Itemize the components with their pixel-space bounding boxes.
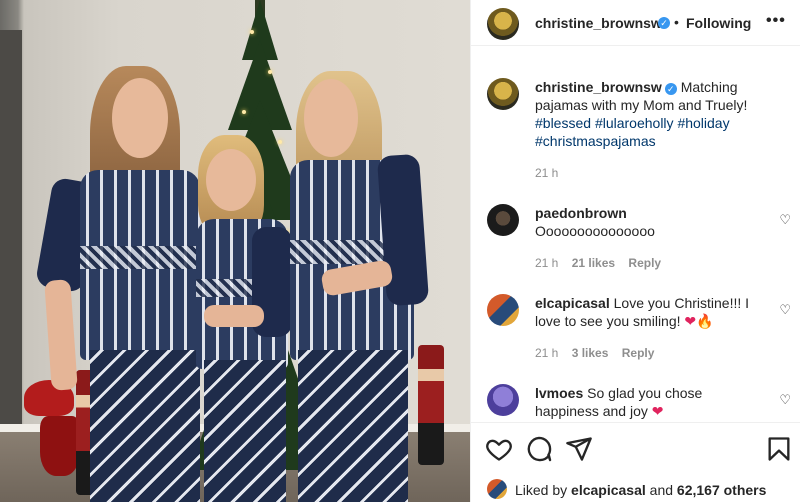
hashtag-blessed[interactable]: #blessed (535, 115, 591, 131)
comment-text: paedonbrown Ooooooooooooooo (535, 204, 765, 240)
hashtag-lularoeholly[interactable]: #lularoeholly (595, 115, 674, 131)
comment-item: elcapicasal Love you Christine!!! I love… (487, 294, 791, 364)
red-heart-emoji: ❤ (684, 313, 697, 329)
likes-text: Liked by elcapicasal and 62,167 others (515, 482, 766, 498)
photo-door (0, 30, 22, 450)
separator-dot: • (674, 14, 679, 30)
commenter-username[interactable]: elcapicasal (535, 295, 610, 311)
liker-avatar[interactable] (487, 479, 507, 499)
post-side-panel: christine_brownsw ✓ • Following ••• chri… (470, 0, 800, 502)
comment-item: paedonbrown Ooooooooooooooo 21 h 21 like… (487, 204, 791, 274)
hashtag-christmaspajamas[interactable]: #christmaspajamas (535, 133, 656, 149)
likes-summary: Liked by elcapicasal and 62,167 others (487, 478, 787, 500)
comment-meta: 21 h 21 likes Reply (535, 256, 671, 270)
caption-avatar[interactable] (487, 78, 519, 110)
comment-reply-button[interactable]: Reply (622, 346, 655, 360)
comment-reply-button[interactable]: Reply (628, 256, 661, 270)
commenter-avatar[interactable] (487, 384, 519, 416)
commenter-username[interactable]: lvmoes (535, 385, 583, 401)
more-options-icon[interactable]: ••• (766, 12, 786, 30)
caption-username[interactable]: christine_brownsw (535, 79, 662, 95)
following-button[interactable]: Following (686, 15, 751, 31)
liker-username[interactable]: elcapicasal (571, 482, 646, 498)
likes-prefix: Liked by (515, 482, 568, 498)
comment-text: lvmoes So glad you chose happiness and j… (535, 384, 765, 420)
comment-body: Ooooooooooooooo (535, 223, 655, 239)
fire-emoji: 🔥 (696, 313, 714, 329)
likes-others-count[interactable]: 62,167 others (677, 482, 767, 498)
comment-meta: 21 h 3 likes Reply (535, 346, 664, 360)
author-username[interactable]: christine_brownsw (535, 15, 662, 31)
caption-time[interactable]: 21 h (535, 166, 558, 180)
hashtag-holiday[interactable]: #holiday (677, 115, 729, 131)
comment-likes[interactable]: 3 likes (572, 346, 609, 360)
post-header: christine_brownsw ✓ • Following ••• (471, 0, 800, 46)
red-heart-emoji: ❤ (651, 403, 664, 419)
bookmark-icon[interactable] (765, 435, 793, 463)
verified-badge-icon: ✓ (664, 83, 677, 95)
heart-outline-icon[interactable]: ♡ (779, 302, 791, 318)
post-actions-bar (471, 422, 800, 474)
share-icon[interactable] (565, 435, 593, 463)
caption-text: christine_brownsw ✓ Matching pajamas with… (535, 78, 785, 150)
comment-item: lvmoes So glad you chose happiness and j… (487, 384, 791, 424)
heart-outline-icon[interactable]: ♡ (779, 212, 791, 228)
likes-conjunction: and (649, 482, 674, 498)
heart-icon[interactable] (485, 435, 513, 463)
commenter-avatar[interactable] (487, 204, 519, 236)
heart-outline-icon[interactable]: ♡ (779, 392, 791, 408)
comment-text: elcapicasal Love you Christine!!! I love… (535, 294, 765, 330)
person-right (282, 65, 432, 502)
commenter-username[interactable]: paedonbrown (535, 205, 627, 221)
verified-badge-icon: ✓ (658, 17, 670, 29)
commenter-avatar[interactable] (487, 294, 519, 326)
comment-icon[interactable] (525, 435, 553, 463)
person-left (34, 60, 210, 502)
post-photo[interactable] (0, 0, 470, 502)
comment-likes[interactable]: 21 likes (572, 256, 615, 270)
author-avatar[interactable] (487, 8, 519, 40)
comment-time[interactable]: 21 h (535, 346, 558, 360)
comment-time[interactable]: 21 h (535, 256, 558, 270)
